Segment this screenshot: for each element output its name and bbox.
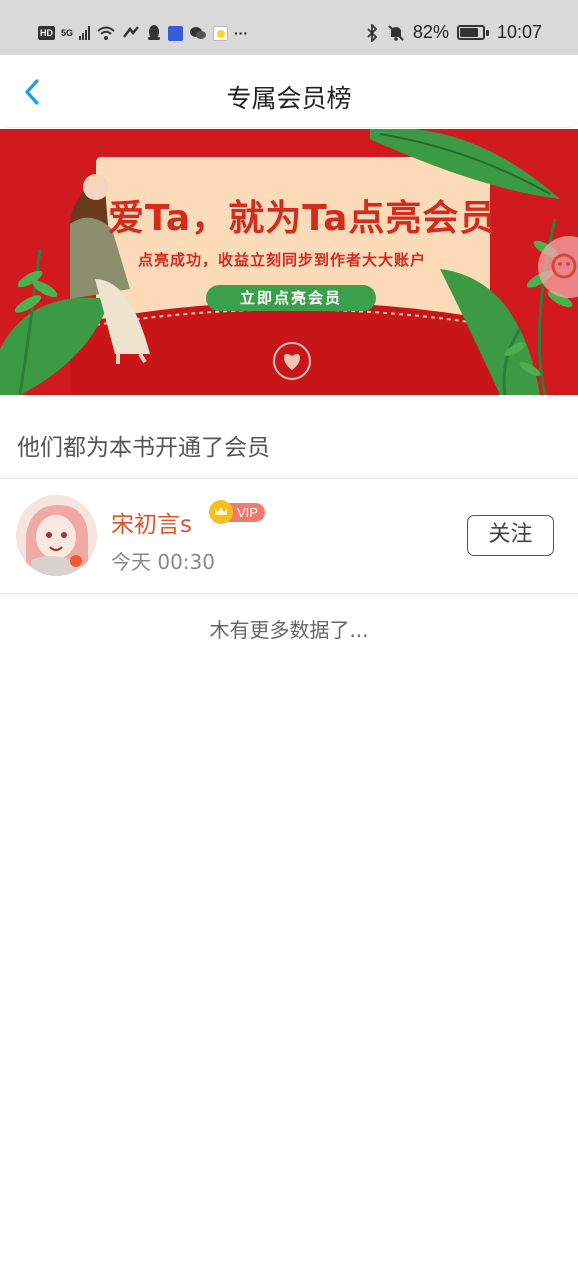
status-bar: HD 5G ··· 82% 10:07 bbox=[0, 0, 578, 55]
mascot-icon bbox=[551, 253, 577, 279]
member-time: 今天 00:30 bbox=[111, 550, 215, 574]
vip-badge: VIP bbox=[209, 500, 265, 524]
baby-app-icon bbox=[213, 25, 229, 41]
follow-button[interactable]: 关注 bbox=[467, 515, 554, 556]
mute-bell-icon bbox=[388, 24, 404, 41]
banner-subtitle: 点亮成功，收益立刻同步到作者大大账户 bbox=[138, 251, 427, 269]
news-app-icon bbox=[168, 25, 184, 41]
section-title: 他们都为本书开通了会员 bbox=[17, 435, 270, 461]
battery-percent: 82% bbox=[412, 22, 449, 42]
hd-icon: HD bbox=[38, 26, 55, 40]
network-type: 5G bbox=[61, 28, 74, 38]
avatar-illustration bbox=[16, 495, 97, 576]
banner-title: 爱Ta，就为Ta点亮会员 bbox=[108, 198, 497, 239]
no-more-data-text: 木有更多数据了... bbox=[209, 618, 369, 642]
crown-icon bbox=[209, 500, 233, 524]
avatar[interactable] bbox=[16, 495, 97, 576]
page-title: 专属会员榜 bbox=[226, 84, 352, 113]
status-icons-left: HD 5G ··· bbox=[38, 24, 248, 42]
divider bbox=[0, 593, 578, 594]
battery-icon bbox=[456, 25, 489, 40]
more-notifications-icon: ··· bbox=[234, 25, 249, 41]
bluetooth-icon bbox=[367, 23, 378, 42]
member-name[interactable]: 宋初言s bbox=[111, 505, 192, 539]
wifi-icon bbox=[97, 26, 115, 40]
wechat-icon bbox=[190, 27, 207, 39]
qq-icon bbox=[148, 25, 161, 40]
status-icons-right: 82% 10:07 bbox=[365, 22, 542, 43]
hotspot-icon bbox=[123, 26, 139, 38]
signal-icon bbox=[79, 26, 91, 40]
promo-banner[interactable]: 爱Ta，就为Ta点亮会员 点亮成功，收益立刻同步到作者大大账户 立即点亮会员 bbox=[0, 129, 578, 395]
nav-bar: 专属会员榜 bbox=[0, 55, 578, 128]
activate-membership-button[interactable]: 立即点亮会员 bbox=[206, 285, 376, 311]
member-row[interactable]: 宋初言s VIP 今天 00:30 关注 bbox=[0, 479, 578, 593]
clock: 10:07 bbox=[496, 22, 542, 42]
